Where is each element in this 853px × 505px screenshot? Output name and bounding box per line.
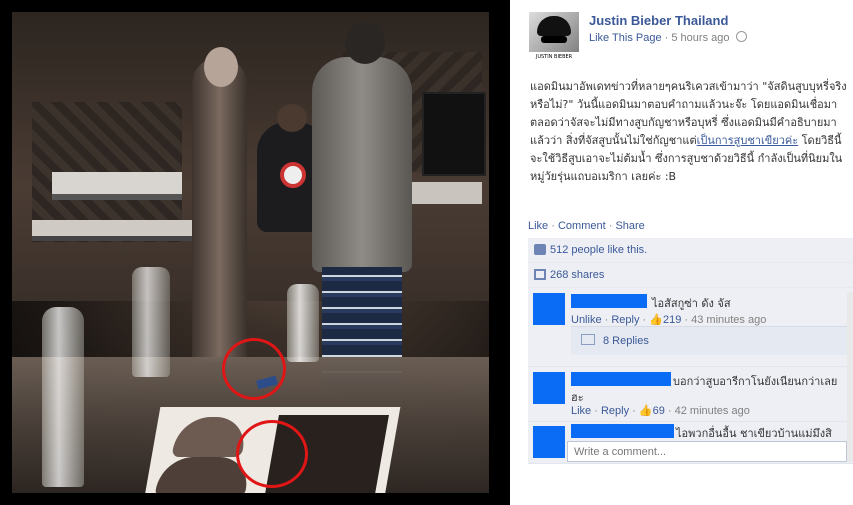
person-standing <box>192 47 247 362</box>
globe-icon <box>735 31 747 42</box>
comment-item: บอกว่าสูบอารีกาโนยังเนียนกว่าเลย ฮะ Like… <box>528 367 853 422</box>
synth-keyboard <box>52 172 182 200</box>
synth-keyboard <box>412 182 482 204</box>
person-head <box>277 104 307 132</box>
person-standing <box>312 22 412 272</box>
unlike-link[interactable]: Unlike <box>571 314 602 326</box>
post-time[interactable]: 5 hours ago <box>671 32 729 44</box>
reply-link[interactable]: Reply <box>601 405 629 417</box>
post-text-highlight: เป็นการสูบชาเขียวค่ะ <box>696 134 799 147</box>
commenter-avatar[interactable] <box>533 426 565 458</box>
shares-summary[interactable]: 268 shares <box>528 263 853 288</box>
page-avatar[interactable]: JUSTIN BIEBER <box>529 12 579 62</box>
comment-time[interactable]: 43 minutes ago <box>691 314 766 326</box>
commenter-avatar[interactable] <box>533 372 565 404</box>
water-bottle <box>42 307 84 487</box>
commenter-name-redacted[interactable] <box>571 294 647 308</box>
likes-count: 512 people like this. <box>550 244 648 256</box>
view-replies[interactable]: 8 Replies <box>571 326 849 355</box>
replies-count: 8 Replies <box>603 335 649 347</box>
comments-scrollbar[interactable] <box>847 292 853 462</box>
avatar-glasses <box>541 36 567 43</box>
studio-monitor <box>422 92 486 176</box>
comment-text: ไอสัสกูซ่า ดัง จัส <box>652 297 731 310</box>
action-separator: · <box>548 220 558 232</box>
facebook-post-panel: JUSTIN BIEBER Justin Bieber Thailand Lik… <box>510 0 853 505</box>
like-page-link[interactable]: Like This Page <box>589 32 662 44</box>
like-link[interactable]: Like <box>528 220 548 232</box>
comment-time[interactable]: 42 minutes ago <box>675 405 750 417</box>
water-bottle <box>132 267 170 377</box>
post-actions: Like · Comment · Share <box>528 220 645 232</box>
reply-link[interactable]: Reply <box>611 314 639 326</box>
comment-text: ไอพวกอื่นอื้น ชาเขียวบ้านแม่มึงสิ <box>676 427 832 440</box>
share-icon <box>534 269 546 280</box>
synth-keyboard <box>32 220 192 241</box>
highlight-circle <box>236 420 308 488</box>
highlight-circle <box>222 338 286 400</box>
photo-frame <box>0 0 510 505</box>
shares-count: 268 shares <box>550 269 605 281</box>
comment-meta: Like · Reply · 👍69 · 42 minutes ago <box>571 405 750 417</box>
post-body: แอดมินมาอัพเดทข่าวที่หลายๆคนริเควสเข้ามา… <box>530 78 848 186</box>
comment-meta: Unlike · Reply · 👍219 · 43 minutes ago <box>571 314 767 326</box>
page-name-link[interactable]: Justin Bieber Thailand <box>589 13 728 28</box>
shirt-logo <box>280 162 306 188</box>
comment-likes-count: 69 <box>652 405 665 417</box>
commenter-name-redacted[interactable] <box>571 372 671 386</box>
person-head <box>345 22 385 64</box>
avatar-band: JUSTIN BIEBER <box>529 52 579 62</box>
comment-item: ไอสัสกูซ่า ดัง จัส Unlike · Reply · 👍219… <box>528 288 853 367</box>
thumbs-up-icon: 👍 <box>638 405 653 417</box>
comment-likes[interactable]: 👍219 <box>649 314 681 326</box>
commenter-avatar[interactable] <box>533 293 565 325</box>
thumbs-up-icon: 👍 <box>649 314 663 326</box>
comment-likes[interactable]: 👍69 <box>639 405 665 417</box>
post-meta: Like This Page · 5 hours ago <box>589 31 747 44</box>
comment-likes-count: 219 <box>662 314 682 326</box>
reply-bubble-icon <box>581 334 595 345</box>
person-head <box>204 47 238 87</box>
write-comment-input[interactable]: Write a comment... <box>567 441 847 462</box>
comment-link[interactable]: Comment <box>558 220 606 232</box>
avatar-hair <box>537 16 571 36</box>
post-photo[interactable] <box>12 12 489 493</box>
thumbs-up-icon <box>534 244 546 255</box>
water-bottle <box>287 284 319 362</box>
feedback-area: 512 people like this. 268 shares ไอสัสกู… <box>528 238 853 464</box>
share-link[interactable]: Share <box>615 220 644 232</box>
likes-summary[interactable]: 512 people like this. <box>528 238 853 263</box>
action-separator: · <box>605 220 616 232</box>
like-link[interactable]: Like <box>571 405 591 417</box>
comment-text: บอกว่าสูบอารีกาโนยังเนียนกว่าเลย <box>673 375 838 388</box>
commenter-name-redacted[interactable] <box>571 424 674 438</box>
